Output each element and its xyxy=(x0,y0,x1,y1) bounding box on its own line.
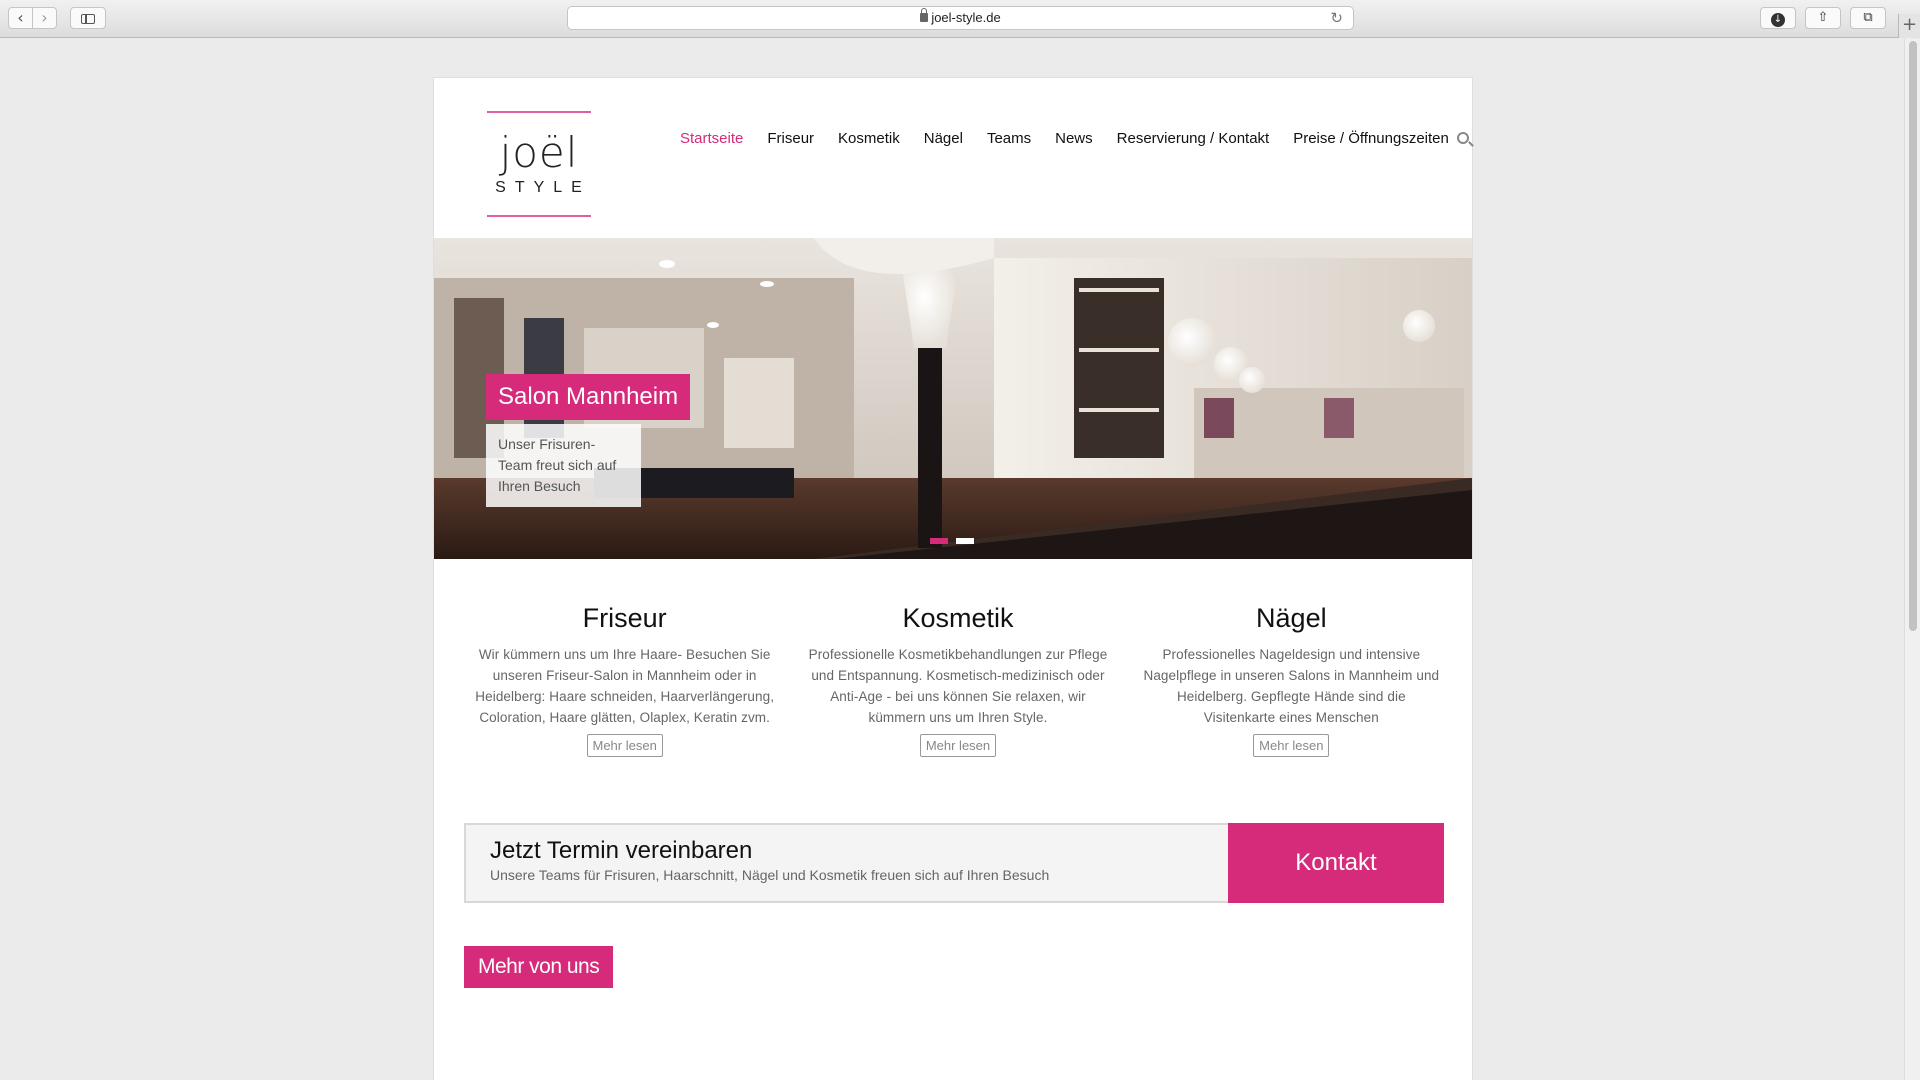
share-button[interactable]: ⇧ xyxy=(1805,7,1841,29)
appointment-title: Jetzt Termin vereinbaren xyxy=(490,837,753,864)
service-title: Nägel xyxy=(1256,603,1327,633)
nav-item-news[interactable]: News xyxy=(1055,130,1093,147)
services-section: Friseur Wir kümmern uns um Ihre Haare- B… xyxy=(458,602,1458,757)
reload-icon[interactable]: ↻ xyxy=(1330,7,1343,29)
slider-dot-1[interactable] xyxy=(930,538,948,544)
scrollbar-thumb[interactable] xyxy=(1909,41,1917,631)
hero-title: Salon Mannheim xyxy=(486,374,691,420)
share-icon: ⇧ xyxy=(1817,10,1829,25)
forward-button[interactable]: › xyxy=(32,7,57,29)
nav-item-kosmetik[interactable]: Kosmetik xyxy=(838,130,900,147)
hero-slider[interactable]: Salon Mannheim Unser Frisuren-Team freut… xyxy=(434,238,1472,559)
read-more-button[interactable]: Mehr lesen xyxy=(1253,734,1330,757)
read-more-button[interactable]: Mehr lesen xyxy=(586,734,663,757)
downloads-button[interactable]: ↓ xyxy=(1760,7,1796,29)
slider-dots xyxy=(930,538,982,544)
service-naegel: Nägel Professionelles Nageldesign und in… xyxy=(1125,602,1458,757)
service-text: Professionelles Nageldesign und intensiv… xyxy=(1143,647,1440,725)
logo-wordmark: joël xyxy=(499,128,579,177)
address-bar[interactable]: joel-style.de ↻ xyxy=(567,6,1354,30)
service-friseur: Friseur Wir kümmern uns um Ihre Haare- B… xyxy=(458,602,791,757)
sidebar-toggle-button[interactable] xyxy=(70,7,106,29)
read-more-button[interactable]: Mehr lesen xyxy=(919,734,997,757)
slider-dot-2[interactable] xyxy=(956,538,974,544)
nav-item-reservierung[interactable]: Reservierung / Kontakt xyxy=(1117,130,1270,147)
nav-item-friseur[interactable]: Friseur xyxy=(767,130,814,147)
service-kosmetik: Kosmetik Professionelle Kosmetikbehandlu… xyxy=(791,602,1124,757)
back-button[interactable]: ‹ xyxy=(8,7,33,29)
download-icon: ↓ xyxy=(1771,13,1785,27)
contact-button[interactable]: Kontakt xyxy=(1228,823,1444,903)
nav-item-teams[interactable]: Teams xyxy=(987,130,1031,147)
site-logo[interactable]: joël STYLE xyxy=(487,111,591,217)
hero-subtitle: Unser Frisuren-Team freut sich auf Ihren… xyxy=(486,424,641,507)
nav-item-startseite[interactable]: Startseite xyxy=(680,130,743,147)
url-text: joel-style.de xyxy=(931,10,1001,25)
tabs-overview-button[interactable]: ⧉ xyxy=(1850,7,1886,29)
service-text: Professionelle Kosmetikbehandlungen zur … xyxy=(808,647,1108,725)
browser-toolbar: ‹ › joel-style.de ↻ ↓ ⇧ ⧉ + xyxy=(0,0,1920,38)
service-title: Kosmetik xyxy=(902,603,1014,633)
logo-subtitle: STYLE xyxy=(495,179,591,196)
search-icon[interactable] xyxy=(1456,132,1469,144)
appointment-banner: Jetzt Termin vereinbaren Unsere Teams fü… xyxy=(464,823,1444,903)
nav-item-preise[interactable]: Preise / Öffnungszeiten xyxy=(1293,130,1449,147)
service-text: Wir kümmern uns um Ihre Haare- Besuchen … xyxy=(475,647,775,725)
service-title: Friseur xyxy=(582,603,667,633)
page-container: joël STYLE Startseite Friseur Kosmetik N… xyxy=(433,77,1473,1080)
main-navigation: Startseite Friseur Kosmetik Nägel Teams … xyxy=(680,126,1469,150)
new-tab-button[interactable]: + xyxy=(1898,14,1920,38)
lock-icon xyxy=(920,8,929,22)
sidebar-icon xyxy=(81,14,95,24)
page-scrollbar[interactable] xyxy=(1904,39,1920,1080)
nav-item-naegel[interactable]: Nägel xyxy=(924,130,963,147)
more-about-us-button[interactable]: Mehr von uns xyxy=(464,946,614,988)
appointment-subtitle: Unsere Teams für Frisuren, Haarschnitt, … xyxy=(490,867,1050,883)
tabs-icon: ⧉ xyxy=(1863,10,1873,25)
